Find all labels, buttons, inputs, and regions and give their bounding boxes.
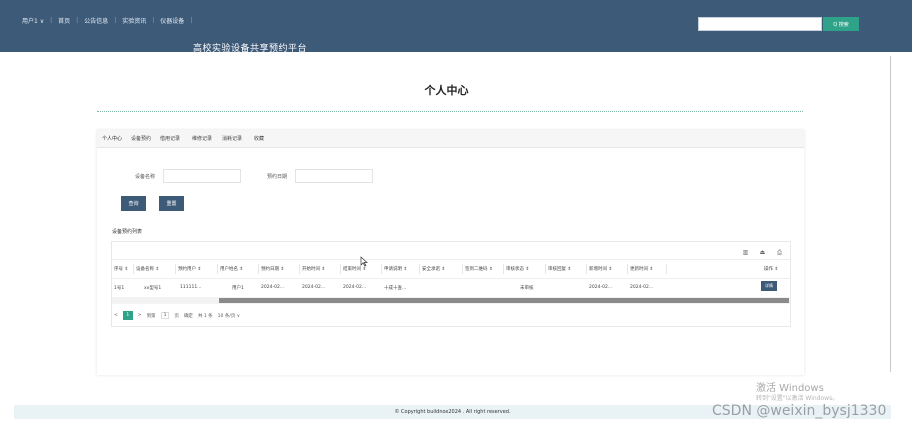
top-bar: 用户1 ∨ | 首页 | 公告信息 | 实验资讯 | 仪器设备 | 高校实验设备…	[0, 0, 912, 54]
device-name-label: 设备名称	[135, 174, 156, 180]
page-unit: 页	[174, 313, 179, 319]
col-divider	[340, 264, 341, 274]
col-divider	[627, 264, 628, 274]
activate-windows-title: 激活 Windows	[756, 383, 824, 394]
table-cell: xx型号1	[144, 286, 162, 291]
table-cell: 用户1	[232, 286, 244, 291]
page-size-select[interactable]: 10 条/页 ∨	[218, 313, 240, 319]
col-header[interactable]: 开始时间 ⇕	[302, 266, 325, 272]
col-header[interactable]: 更新时间 ⇕	[630, 266, 653, 272]
nav-divider: |	[50, 17, 53, 24]
table-cell: 2024-02...	[302, 285, 326, 290]
csdn-watermark: CSDN @weixin_bysj1330	[712, 403, 887, 419]
page-divider	[890, 56, 891, 372]
table-cell: 未审核	[520, 286, 534, 291]
activate-windows-subtitle: 转到"设置"以激活 Windows。	[756, 395, 839, 402]
booking-date-label: 预约日期	[267, 174, 288, 180]
col-header[interactable]: 预约用户 ⇕	[178, 266, 201, 272]
filter-columns-icon[interactable]: ▥	[741, 248, 750, 257]
col-divider	[586, 264, 587, 274]
site-title: 高校实验设备共享预约平台	[193, 44, 308, 54]
page-number-current[interactable]: 1	[122, 311, 133, 320]
goto-confirm-button[interactable]: 确定	[184, 313, 193, 319]
col-header[interactable]: 申请说明 ⇕	[384, 266, 407, 272]
top-nav: 用户1 ∨ | 首页 | 公告信息 | 实验资讯 | 仪器设备 |	[22, 16, 198, 25]
detail-button[interactable]: 详情	[761, 281, 777, 291]
table-cell: 1号1	[114, 286, 125, 291]
col-divider	[217, 264, 218, 274]
booking-date-field[interactable]	[295, 169, 373, 183]
booking-table: ▥ ⏏ ⎙ 序号 ⇕ 设备名称 ⇕ 预约用户 ⇕ 用户姓名 ⇕ 预约日期 ⇕ 开…	[111, 241, 791, 327]
table-cell: 十成十查...	[384, 286, 407, 291]
col-divider	[545, 264, 546, 274]
tab-bar: 个人中心 设备预约 借用记录 维修记录 消耗记录 收藏	[97, 130, 804, 148]
col-header[interactable]: 预约日期 ⇕	[261, 266, 284, 272]
col-divider	[419, 264, 420, 274]
device-name-field[interactable]	[163, 169, 241, 183]
table-cell: 2024-02...	[261, 285, 285, 290]
prev-page-button[interactable]: <	[114, 313, 118, 318]
nav-divider: |	[190, 17, 193, 24]
nav-divider: |	[76, 17, 79, 24]
col-header[interactable]: 安全承诺 ⇕	[422, 266, 445, 272]
nav-home[interactable]: 首页	[58, 16, 70, 25]
col-divider	[258, 264, 259, 274]
reset-button[interactable]: 重置	[159, 196, 184, 211]
goto-label: 到第	[146, 313, 156, 319]
col-header[interactable]: 审核状态 ⇕	[506, 266, 529, 272]
tab-profile[interactable]: 个人中心	[102, 135, 122, 142]
col-header[interactable]: 新增时间 ⇕	[589, 266, 612, 272]
col-header[interactable]: 签到二维码 ⇕	[465, 266, 493, 272]
export-icon[interactable]: ⏏	[758, 248, 767, 257]
nav-notice[interactable]: 公告信息	[84, 16, 108, 25]
table-row[interactable]: 1号1 xx型号1 111111... 用户1 2024-02... 2024-…	[112, 278, 790, 297]
mouse-cursor-icon	[360, 256, 368, 267]
nav-divider: |	[114, 17, 117, 24]
col-divider	[175, 264, 176, 274]
col-divider	[299, 264, 300, 274]
nav-devices[interactable]: 仪器设备	[160, 16, 184, 25]
goto-page-input[interactable]: 1	[160, 312, 170, 319]
horizontal-scrollbar[interactable]	[112, 297, 790, 304]
col-divider	[462, 264, 463, 274]
nav-user-menu[interactable]: 用户1 ∨	[22, 16, 44, 25]
col-header[interactable]: 序号 ⇕	[114, 266, 128, 272]
table-cell: 111111...	[180, 285, 202, 290]
col-divider	[381, 264, 382, 274]
col-header[interactable]: 设备名称 ⇕	[136, 266, 159, 272]
search-button[interactable]: Q 搜索	[823, 17, 859, 31]
search-input[interactable]	[698, 17, 822, 31]
col-divider	[133, 264, 134, 274]
scrollbar-thumb[interactable]	[219, 298, 789, 303]
col-divider	[503, 264, 504, 274]
col-header[interactable]: 用户姓名 ⇕	[220, 266, 243, 272]
query-button[interactable]: 查询	[121, 196, 146, 211]
title-divider	[97, 111, 803, 112]
page-title: 个人中心	[424, 84, 469, 97]
total-count: 共 1 条	[197, 313, 213, 319]
table-cell: 2024-02...	[630, 285, 654, 290]
table-cell: 2024-02...	[343, 285, 367, 290]
tab-device-booking[interactable]: 设备预约	[131, 135, 151, 142]
nav-divider: |	[152, 17, 155, 24]
tab-borrow-records[interactable]: 借用记录	[160, 135, 180, 142]
table-cell: 2024-02...	[589, 285, 613, 290]
tab-favorites[interactable]: 收藏	[254, 135, 264, 142]
col-header[interactable]: 操作 ⇕	[764, 266, 778, 272]
nav-news[interactable]: 实验资讯	[122, 16, 146, 25]
col-header[interactable]: 审核回复 ⇕	[548, 266, 571, 272]
tab-repair-records[interactable]: 维修记录	[192, 135, 212, 142]
tab-consume-records[interactable]: 消耗记录	[222, 135, 242, 142]
table-header: 序号 ⇕ 设备名称 ⇕ 预约用户 ⇕ 用户姓名 ⇕ 预约日期 ⇕ 开始时间 ⇕ …	[112, 259, 790, 279]
content-panel: 个人中心 设备预约 借用记录 维修记录 消耗记录 收藏 设备名称 预约日期 查询…	[97, 130, 804, 375]
col-divider	[666, 264, 667, 274]
print-icon[interactable]: ⎙	[775, 248, 784, 257]
list-title: 设备预约列表	[112, 229, 143, 235]
next-page-button[interactable]: >	[138, 313, 142, 318]
pagination: < 1 > 到第 1 页 确定 共 1 条 10 条/页 ∨	[114, 311, 245, 320]
